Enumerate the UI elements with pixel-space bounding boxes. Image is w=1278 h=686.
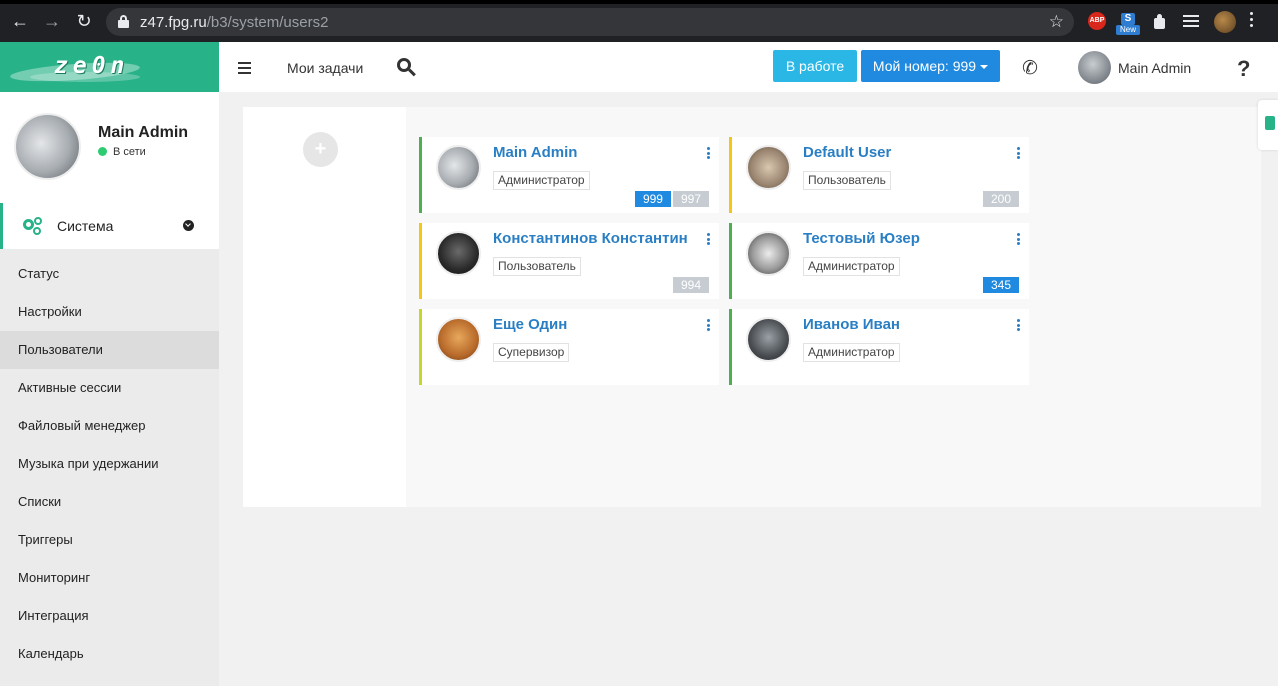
sidebar: Main Admin В сети Система Статус Настройк… bbox=[0, 92, 219, 686]
chevron-down-icon[interactable] bbox=[183, 220, 194, 231]
extension-numbers: 994 bbox=[672, 277, 709, 293]
browser-profile-avatar[interactable] bbox=[1214, 11, 1236, 33]
app-logo[interactable]: ze0n bbox=[0, 42, 219, 92]
user-card-avatar[interactable] bbox=[746, 231, 791, 276]
extension-numbers: 999 997 bbox=[634, 191, 709, 207]
user-card-avatar[interactable] bbox=[746, 145, 791, 190]
sidebar-item[interactable]: Интеграция bbox=[0, 597, 219, 635]
user-card-avatar[interactable] bbox=[746, 317, 791, 362]
user-card-role: Пользователь bbox=[803, 171, 891, 190]
main-content: + Main Admin Администратор 999 997 Default U… bbox=[219, 92, 1278, 686]
extension-number-badge: 997 bbox=[672, 191, 709, 207]
side-panel-toggle[interactable] bbox=[1258, 100, 1278, 150]
kebab-menu-icon[interactable] bbox=[1017, 319, 1021, 333]
user-name[interactable]: Main Admin bbox=[1118, 60, 1191, 76]
user-card[interactable]: Main Admin Администратор 999 997 bbox=[419, 137, 719, 213]
phone-icon[interactable]: ✆ bbox=[1022, 57, 1038, 80]
profile-card: Main Admin В сети bbox=[0, 92, 219, 203]
extension-number-badge: 200 bbox=[982, 191, 1019, 207]
user-card-name[interactable]: Иванов Иван bbox=[803, 316, 900, 333]
profile-name: Main Admin bbox=[98, 124, 189, 141]
caret-down-icon bbox=[980, 65, 989, 69]
kebab-menu-icon[interactable] bbox=[707, 147, 711, 161]
puzzle-icon bbox=[1265, 116, 1275, 130]
user-card[interactable]: Константинов Константин Пользователь 994 bbox=[419, 223, 719, 299]
adblock-extension-icon[interactable]: ABP bbox=[1088, 12, 1106, 30]
add-user-button[interactable]: + bbox=[303, 132, 338, 167]
address-bar[interactable]: z47.fpg.ru/b3/system/users2 ☆ bbox=[106, 8, 1074, 36]
gears-icon bbox=[23, 217, 43, 235]
user-card-name[interactable]: Еще Один bbox=[493, 316, 567, 333]
user-card-name[interactable]: Константинов Константин bbox=[493, 230, 688, 247]
user-card-avatar[interactable] bbox=[436, 317, 481, 362]
user-card-name[interactable]: Main Admin bbox=[493, 144, 577, 161]
sidebar-item[interactable]: Файловый менеджер bbox=[0, 407, 219, 445]
sidebar-item[interactable]: Мониторинг bbox=[0, 559, 219, 597]
url-text: z47.fpg.ru/b3/system/users2 bbox=[140, 14, 329, 31]
extension-number-badge: 999 bbox=[634, 191, 671, 207]
browser-chrome: ← → ↻ z47.fpg.ru/b3/system/users2 ☆ ABP … bbox=[0, 0, 1278, 42]
browser-tabstrip bbox=[0, 0, 1278, 4]
users-panel: + Main Admin Администратор 999 997 Default U… bbox=[243, 107, 1261, 507]
user-card-avatar[interactable] bbox=[436, 231, 481, 276]
user-card-role: Администратор bbox=[493, 171, 590, 190]
sidebar-item[interactable]: Пользователи bbox=[0, 331, 219, 369]
online-status: В сети bbox=[98, 146, 146, 158]
kebab-menu-icon[interactable] bbox=[1017, 147, 1021, 161]
media-queue-icon[interactable] bbox=[1183, 15, 1199, 30]
extensions-puzzle-icon[interactable] bbox=[1152, 14, 1168, 30]
top-bar: Мои задачи В работе Мой номер: 999 ✆ Mai… bbox=[219, 42, 1278, 92]
profile-avatar[interactable] bbox=[14, 113, 81, 180]
my-tasks-link[interactable]: Мои задачи bbox=[287, 60, 363, 76]
kebab-menu-icon[interactable] bbox=[1017, 233, 1021, 247]
extension-number-badge: 994 bbox=[672, 277, 709, 293]
help-icon[interactable]: ? bbox=[1237, 56, 1250, 82]
work-status-button[interactable]: В работе bbox=[773, 50, 857, 82]
sidebar-item[interactable]: Триггеры bbox=[0, 521, 219, 559]
browser-menu-icon[interactable] bbox=[1250, 12, 1254, 30]
extension-number-badge: 345 bbox=[982, 277, 1019, 293]
bookmark-star-icon[interactable]: ☆ bbox=[1049, 12, 1064, 32]
online-dot-icon bbox=[98, 147, 107, 156]
my-number-dropdown[interactable]: Мой номер: 999 bbox=[861, 50, 1000, 82]
sidebar-item[interactable]: Статус bbox=[0, 255, 219, 293]
search-icon[interactable] bbox=[397, 58, 417, 78]
sidebar-item[interactable]: Настройки bbox=[0, 293, 219, 331]
user-card-role: Пользователь bbox=[493, 257, 581, 276]
sidebar-item[interactable]: Активные сессии bbox=[0, 369, 219, 407]
extension-numbers: 200 bbox=[982, 191, 1019, 207]
sidebar-section-label: Система bbox=[57, 218, 114, 234]
sidebar-item[interactable]: Музыка при удержании bbox=[0, 445, 219, 483]
user-card[interactable]: Еще Один Супервизор bbox=[419, 309, 719, 385]
sidebar-menu: Статус Настройки Пользователи Активные сесс… bbox=[0, 255, 219, 673]
user-card[interactable]: Тестовый Юзер Администратор 345 bbox=[729, 223, 1029, 299]
back-arrow-icon[interactable]: ← bbox=[8, 11, 32, 31]
extension-numbers: 345 bbox=[982, 277, 1019, 293]
sidebar-item[interactable]: Списки bbox=[0, 483, 219, 521]
user-card-role: Администратор bbox=[803, 257, 900, 276]
user-card-name[interactable]: Default User bbox=[803, 144, 891, 161]
kebab-menu-icon[interactable] bbox=[707, 233, 711, 247]
forward-arrow-icon[interactable]: → bbox=[40, 11, 64, 31]
new-extension-icon[interactable]: S New bbox=[1116, 13, 1140, 37]
user-card[interactable]: Default User Пользователь 200 bbox=[729, 137, 1029, 213]
user-card-avatar[interactable] bbox=[436, 145, 481, 190]
user-card-role: Супервизор bbox=[493, 343, 570, 362]
user-card-role: Администратор bbox=[803, 343, 900, 362]
reload-icon[interactable]: ↻ bbox=[72, 11, 96, 31]
kebab-menu-icon[interactable] bbox=[707, 319, 711, 333]
user-card[interactable]: Иванов Иван Администратор bbox=[729, 309, 1029, 385]
user-avatar[interactable] bbox=[1078, 51, 1111, 84]
hamburger-menu-icon[interactable] bbox=[238, 62, 251, 77]
sidebar-item[interactable]: Календарь bbox=[0, 635, 219, 673]
sidebar-section-system[interactable]: Система bbox=[0, 203, 219, 249]
user-card-name[interactable]: Тестовый Юзер bbox=[803, 230, 920, 247]
groups-column: + bbox=[243, 107, 406, 507]
lock-icon bbox=[118, 15, 129, 28]
